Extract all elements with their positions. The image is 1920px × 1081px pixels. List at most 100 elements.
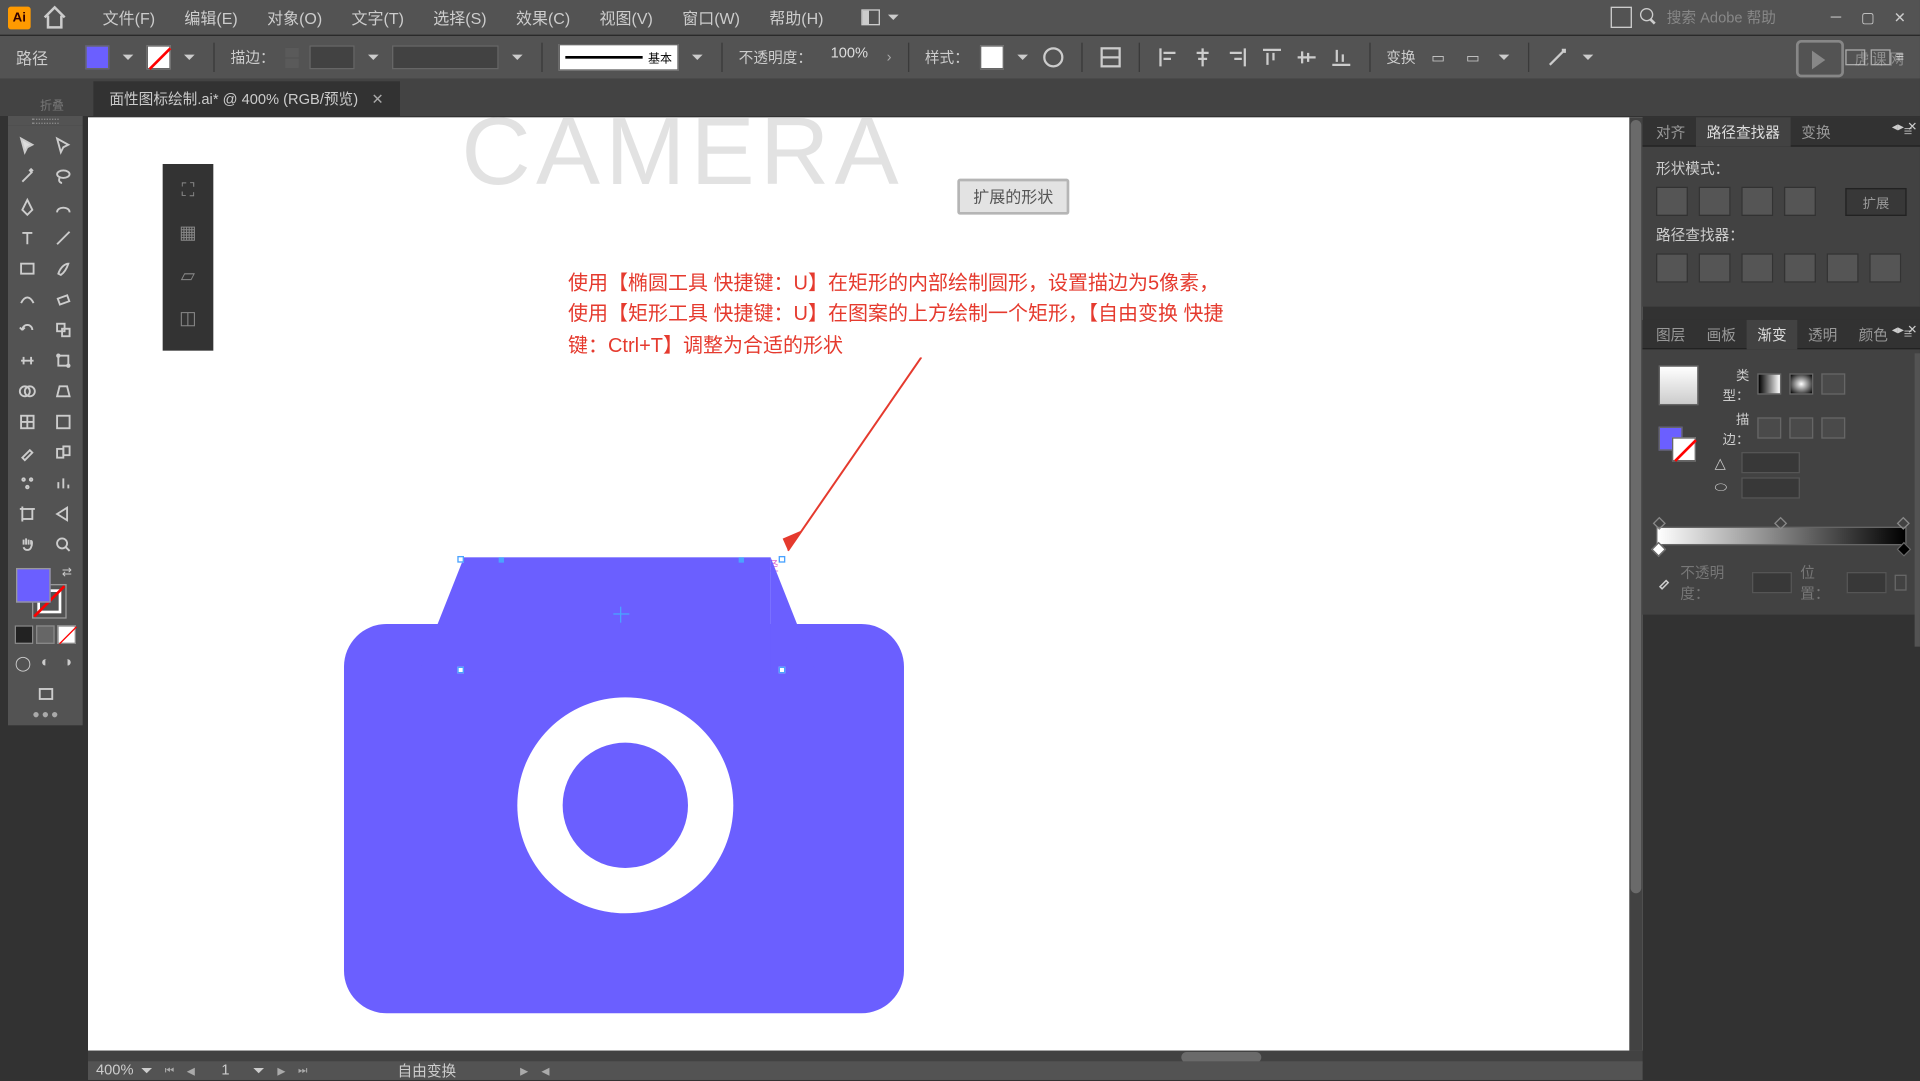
gradient-slider[interactable] <box>1656 527 1907 546</box>
panel2-collapse-icon[interactable]: ◂▸ ✕ <box>1889 320 1920 340</box>
handle-br[interactable] <box>779 667 786 674</box>
handle-tl[interactable] <box>457 556 464 563</box>
unite-icon[interactable] <box>1656 187 1688 216</box>
panel-edge[interactable] <box>1915 353 1920 646</box>
color-mode-icon[interactable] <box>15 625 34 644</box>
gradient-tool-icon[interactable] <box>46 407 80 436</box>
vscrollbar[interactable] <box>1629 117 1642 1050</box>
next-artboard-icon[interactable]: ▶ <box>275 1064 288 1077</box>
prev-artboard-icon[interactable]: ◀ <box>184 1064 197 1077</box>
direct-select-tool-icon[interactable] <box>46 131 80 160</box>
menu-view[interactable]: 视图(V) <box>586 2 666 33</box>
selection-bbox[interactable] <box>461 560 781 669</box>
minus-front-icon[interactable] <box>1699 187 1731 216</box>
fill-stroke-control[interactable]: ⇄ <box>11 563 80 622</box>
valign-middle-icon[interactable] <box>1294 45 1318 69</box>
iso-dropdown[interactable] <box>1498 55 1509 60</box>
trash-icon[interactable] <box>1895 575 1907 591</box>
transform-label[interactable]: 变换 <box>1386 47 1415 68</box>
grad-stroke-swatch[interactable] <box>1672 437 1696 461</box>
restore-icon[interactable]: ▢ <box>1859 8 1878 27</box>
free-transform-tool-icon[interactable] <box>46 345 80 374</box>
graph-tool-icon[interactable] <box>46 468 80 497</box>
angle-input[interactable] <box>1741 452 1800 473</box>
grad-stop-2[interactable] <box>1896 542 1911 557</box>
minus-back-icon[interactable] <box>1869 253 1901 282</box>
outline-icon[interactable] <box>1827 253 1859 282</box>
grad-eyedropper-icon[interactable] <box>1656 573 1672 592</box>
style-dropdown[interactable] <box>1017 55 1028 60</box>
arrange-docs-icon[interactable] <box>1611 7 1632 28</box>
close-icon[interactable]: ✕ <box>1891 8 1910 27</box>
magic-wand-tool-icon[interactable] <box>11 161 45 190</box>
align-to-icon[interactable] <box>1098 45 1122 69</box>
stroke-spinner[interactable] <box>285 47 298 67</box>
status-back-icon[interactable]: ◀ <box>539 1064 552 1077</box>
document-tab[interactable]: 面性图标绘制.ai* @ 400% (RGB/预览) ✕ <box>93 81 399 116</box>
intersect-icon[interactable] <box>1741 187 1773 216</box>
blend-tool-icon[interactable] <box>46 437 80 466</box>
panel-menu-icon[interactable]: ≡ <box>1895 49 1904 65</box>
ft-constrain-icon[interactable]: ⛶ <box>173 172 202 207</box>
stroke-grad-3-icon[interactable] <box>1821 417 1845 438</box>
swap-icon[interactable]: ⇄ <box>62 565 72 580</box>
halign-right-icon[interactable] <box>1225 45 1249 69</box>
opacity-value[interactable]: 100% <box>823 45 876 69</box>
menu-effect[interactable]: 效果(C) <box>503 2 584 33</box>
recolor-icon[interactable] <box>1041 45 1065 69</box>
grad-stop-1[interactable] <box>1651 542 1666 557</box>
valign-bottom-icon[interactable] <box>1329 45 1353 69</box>
artboard-tool-icon[interactable] <box>11 499 45 528</box>
grad-mid-1[interactable] <box>1653 517 1666 530</box>
halign-left-icon[interactable] <box>1156 45 1180 69</box>
free-transform-widget[interactable]: ⛶ ▦ ▱ ◫ <box>163 164 214 351</box>
draw-normal-icon[interactable]: ◯ <box>13 651 33 675</box>
rectangle-tool-icon[interactable] <box>11 253 45 282</box>
slice-tool-icon[interactable] <box>46 499 80 528</box>
min-icon[interactable]: ─ <box>1827 8 1846 27</box>
trim-icon[interactable] <box>1699 253 1731 282</box>
gradient-mode-icon[interactable] <box>36 625 55 644</box>
last-artboard-icon[interactable]: ⏭ <box>296 1064 309 1077</box>
shaper-tool-icon[interactable] <box>11 284 45 313</box>
isolate-icon[interactable]: ▭ <box>1461 45 1485 69</box>
ft-distort-icon[interactable]: ◫ <box>173 300 202 335</box>
canvas[interactable]: CAMERA ⛶ ▦ ▱ ◫ 扩展的形状 使用【椭圆工具 快捷键：U】在矩形的内… <box>88 117 1643 1050</box>
curvature-tool-icon[interactable] <box>46 192 80 221</box>
halign-center-icon[interactable] <box>1190 45 1214 69</box>
grad-opacity-input[interactable] <box>1752 572 1792 593</box>
layout-dropdown[interactable] <box>888 15 899 20</box>
expand-button[interactable]: 扩展 <box>1845 187 1906 215</box>
type-tool-icon[interactable] <box>11 223 45 252</box>
dock-icon-1[interactable] <box>1845 49 1865 65</box>
symbol-tool-icon[interactable] <box>11 468 45 497</box>
shape-icon[interactable]: ▭ <box>1426 45 1450 69</box>
ft-free-icon[interactable]: ▦ <box>173 215 202 250</box>
menu-window[interactable]: 窗口(W) <box>669 2 753 33</box>
anchor-1[interactable] <box>499 557 504 562</box>
eraser-tool-icon[interactable] <box>46 284 80 313</box>
zoom-value[interactable]: 400% <box>96 1063 134 1079</box>
exclude-icon[interactable] <box>1784 187 1816 216</box>
linear-grad-icon[interactable] <box>1757 373 1781 394</box>
artboard-dropdown[interactable] <box>254 1068 265 1073</box>
draw-behind-icon[interactable]: ◐ <box>36 651 56 675</box>
pen-tool-icon[interactable] <box>11 192 45 221</box>
aspect-input[interactable] <box>1741 477 1800 498</box>
stroke-var-dropdown[interactable] <box>512 55 523 60</box>
tab-transform[interactable]: 变换 <box>1791 117 1842 146</box>
selection-tool-icon[interactable] <box>11 131 45 160</box>
tab-align[interactable]: 对齐 <box>1645 117 1696 146</box>
handle-bl[interactable] <box>457 667 464 674</box>
stroke-swatch[interactable] <box>147 45 171 69</box>
menu-file[interactable]: 文件(F) <box>89 2 168 33</box>
menu-help[interactable]: 帮助(H) <box>756 2 837 33</box>
camera-shape[interactable] <box>344 624 904 1013</box>
anchor-2[interactable] <box>739 557 744 562</box>
divide-icon[interactable] <box>1656 253 1688 282</box>
dock-icon-2[interactable] <box>1870 49 1890 65</box>
handle-tr[interactable] <box>779 556 786 563</box>
edit-toolbar-icon[interactable] <box>11 709 80 720</box>
tab-close-icon[interactable]: ✕ <box>371 90 383 107</box>
tab-artboards[interactable]: 画板 <box>1696 319 1747 348</box>
